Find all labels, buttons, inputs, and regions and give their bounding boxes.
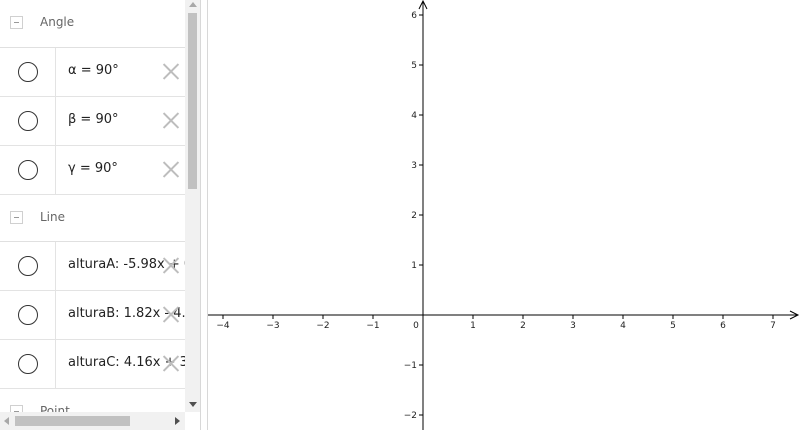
y-tick-label: 1: [411, 261, 417, 271]
view-splitter[interactable]: [200, 0, 208, 430]
algebra-item-beta[interactable]: β = 90°: [0, 97, 185, 146]
origin-label: 0: [413, 321, 419, 331]
delete-icon[interactable]: [162, 305, 180, 323]
algebra-list: Angle α = 90° β = 90° γ = 90° Line altur…: [0, 0, 200, 430]
collapse-minus-icon[interactable]: [10, 16, 23, 29]
y-tick-label: 2: [411, 211, 417, 221]
marble-cell: [0, 97, 56, 145]
delete-icon[interactable]: [162, 354, 180, 372]
horizontal-scrollbar-thumb[interactable]: [15, 416, 130, 426]
marble-cell: [0, 146, 56, 194]
y-tick-label: −2: [404, 411, 417, 421]
algebra-item-alpha[interactable]: α = 90°: [0, 48, 185, 97]
algebra-item-alturaB[interactable]: alturaB: 1.82x - 4.4y: [0, 291, 200, 340]
marble-cell: [0, 242, 56, 290]
scroll-right-arrow-icon[interactable]: [175, 417, 180, 425]
y-tick-label: 6: [411, 11, 417, 21]
group-header-angle[interactable]: Angle: [0, 0, 185, 48]
visibility-toggle-icon[interactable]: [18, 111, 38, 131]
item-definition[interactable]: γ = 90°: [68, 161, 118, 176]
algebra-item-alturaC[interactable]: alturaC: 4.16x + 3.6: [0, 340, 200, 389]
collapse-minus-icon[interactable]: [10, 211, 23, 224]
visibility-toggle-icon[interactable]: [18, 160, 38, 180]
x-tick-label: −1: [366, 321, 379, 331]
algebra-view: Angle α = 90° β = 90° γ = 90° Line altur…: [0, 0, 200, 430]
scroll-down-arrow-icon[interactable]: [189, 402, 197, 407]
x-tick-label: −3: [266, 321, 279, 331]
x-tick-label: 1: [470, 321, 476, 331]
visibility-toggle-icon[interactable]: [18, 256, 38, 276]
y-tick-label: −1: [404, 361, 417, 371]
algebra-item-alturaA[interactable]: alturaA: -5.98x + 0.: [0, 242, 196, 291]
item-definition[interactable]: alturaB: 1.82x - 4.4y: [68, 306, 200, 321]
algebra-item-gamma[interactable]: γ = 90°: [0, 146, 185, 195]
delete-icon[interactable]: [162, 256, 180, 274]
group-label-line: Line: [40, 210, 66, 224]
delete-icon[interactable]: [162, 62, 180, 80]
visibility-toggle-icon[interactable]: [18, 354, 38, 374]
x-tick-label: 5: [670, 321, 676, 331]
marble-cell: [0, 340, 56, 388]
delete-icon[interactable]: [162, 111, 180, 129]
visibility-toggle-icon[interactable]: [18, 305, 38, 325]
vertical-scrollbar-thumb[interactable]: [188, 13, 197, 189]
x-tick-label: 2: [520, 321, 526, 331]
y-tick-label: 3: [411, 161, 417, 171]
x-tick-label: 6: [720, 321, 726, 331]
visibility-toggle-icon[interactable]: [18, 62, 38, 82]
graphics-view[interactable]: −4 −3 −2 −1 1 2 3 4 5 6 7 6 5 4 3 2 1 −1 −2 0: [208, 0, 800, 430]
item-definition[interactable]: alturaC: 4.16x + 3.6: [68, 355, 200, 370]
item-definition[interactable]: β = 90°: [68, 112, 119, 127]
group-header-line[interactable]: Line: [0, 195, 185, 242]
y-tick-label: 4: [411, 111, 417, 121]
item-definition[interactable]: α = 90°: [68, 63, 119, 78]
x-tick-label: 4: [620, 321, 626, 331]
horizontal-scrollbar[interactable]: [0, 412, 185, 430]
coordinate-axes[interactable]: −4 −3 −2 −1 1 2 3 4 5 6 7 6 5 4 3 2 1 −1 −2 0: [208, 0, 800, 430]
x-tick-label: −4: [216, 321, 230, 331]
scroll-up-arrow-icon[interactable]: [189, 2, 197, 7]
group-label-angle: Angle: [40, 15, 75, 29]
marble-cell: [0, 48, 56, 96]
x-tick-label: 7: [770, 321, 776, 331]
marble-cell: [0, 291, 56, 339]
delete-icon[interactable]: [162, 160, 180, 178]
y-tick-label: 5: [411, 61, 417, 71]
vertical-scrollbar[interactable]: [185, 0, 200, 412]
scroll-left-arrow-icon[interactable]: [4, 417, 9, 425]
x-tick-label: −2: [316, 321, 329, 331]
x-tick-label: 3: [570, 321, 576, 331]
